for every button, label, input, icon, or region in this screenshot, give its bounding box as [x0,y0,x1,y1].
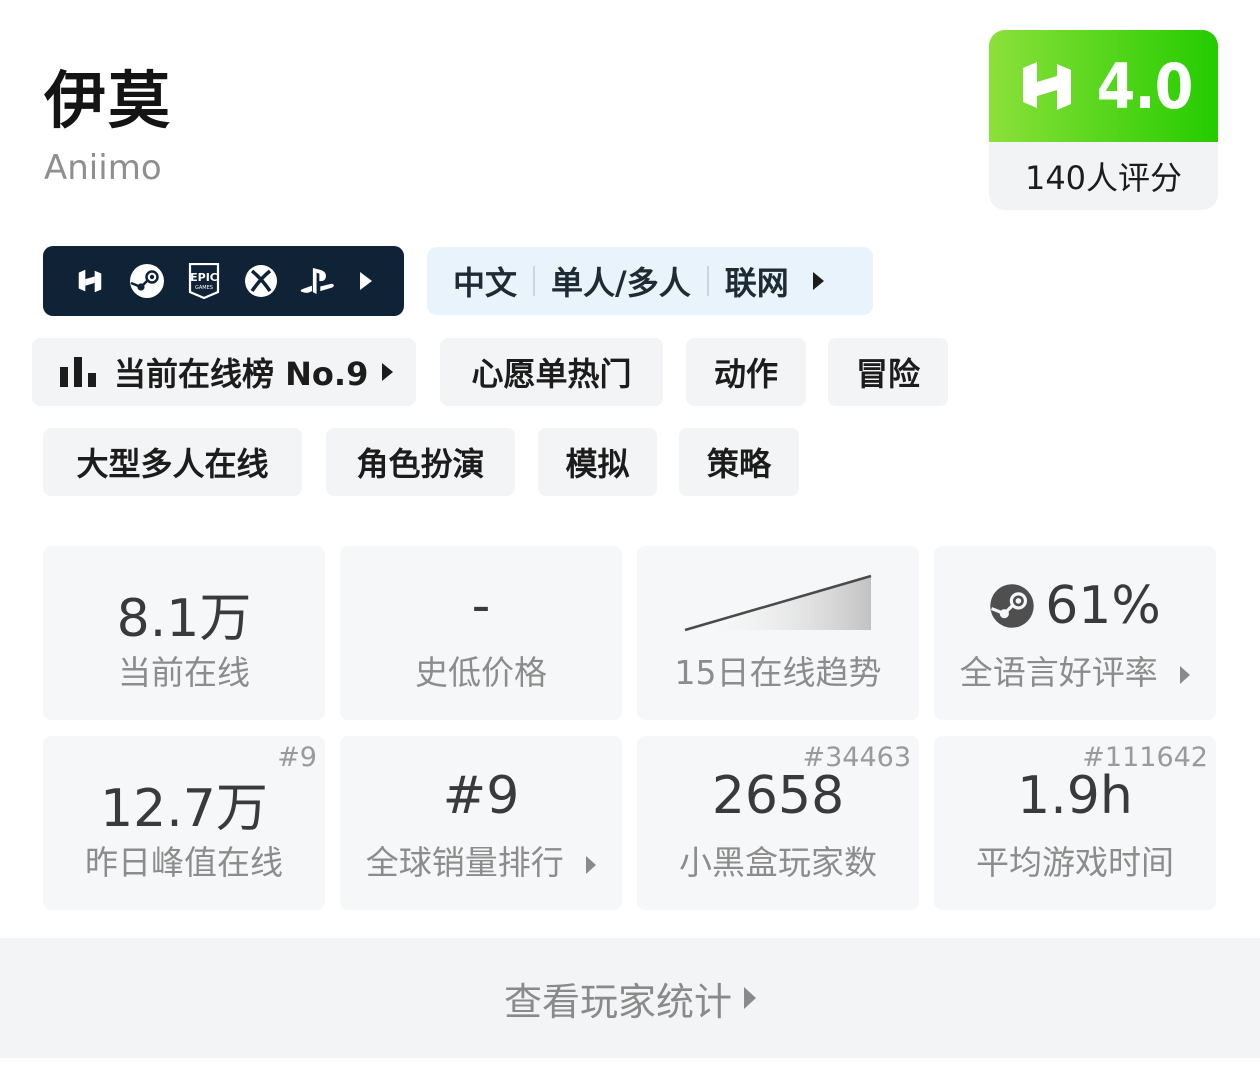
stat-label: 当前在线 [118,653,250,692]
tag-adventure[interactable]: 冒险 [828,338,948,406]
score-card[interactable]: 4.0 140人评分 [989,30,1218,210]
tag-rpg[interactable]: 角色扮演 [326,428,515,496]
steam-icon [128,263,165,300]
stat-label: 史低价格 [415,653,547,692]
xbox-icon [242,263,279,300]
stat-global-sales-rank[interactable]: #9 全球销量排行 [340,736,622,910]
playstation-icon [299,263,336,300]
stat-value: #9 [442,766,520,826]
tag-strategy[interactable]: 策略 [679,428,799,496]
svg-text:GAMES: GAMES [195,285,213,291]
bar-chart-icon [60,357,96,387]
score-header: 4.0 [989,30,1218,142]
ranking-tag[interactable]: 当前在线榜 No.9 [32,338,416,406]
footer-arrow-icon [744,987,756,1009]
tag-action[interactable]: 动作 [686,338,806,406]
divider [533,266,536,296]
tag-simulation[interactable]: 模拟 [538,428,657,496]
score-value: 4.0 [1096,49,1194,123]
game-title: 伊莫 [44,64,173,137]
divider [706,266,709,296]
feature-more-arrow-icon [812,272,824,290]
steam-icon [990,584,1034,628]
feature-bar[interactable]: 中文 单人/多人 联网 [427,247,873,315]
stat-lowest-price[interactable]: - 史低价格 [340,546,622,720]
tag-mmo[interactable]: 大型多人在线 [43,428,302,496]
stat-label-row: 全球销量排行 [340,836,622,884]
feature-players: 单人/多人 [551,264,691,302]
stat-label: 15日在线趋势 [674,653,882,692]
rating-value: 61% [1045,576,1161,636]
stat-online-trend[interactable]: 15日在线趋势 [637,546,919,720]
ranking-arrow-icon [382,363,394,381]
stat-rating[interactable]: 61% 全语言好评率 [934,546,1216,720]
game-subtitle: Aniimo [44,148,162,188]
rating-count: 140人评分 [1024,159,1183,197]
stat-average-playtime[interactable]: #111642 1.9h 平均游戏时间 [934,736,1216,910]
stat-value: - [471,576,491,636]
stat-value-row: 61% [934,576,1216,636]
view-player-stats-button[interactable]: 查看玩家统计 [0,938,1260,1058]
tag-wishlist[interactable]: 心愿单热门 [440,338,663,406]
stat-label: 昨日峰值在线 [85,843,283,882]
sales-rank-arrow-icon [586,856,597,874]
stat-label: 全球销量排行 [365,843,564,882]
platform-more-arrow-icon [360,272,372,290]
stat-heybox-players[interactable]: #34463 2658 小黑盒玩家数 [637,736,919,910]
rating-arrow-icon [1180,666,1191,684]
stat-value: 1.9h [1017,766,1133,826]
heybox-icon [71,263,108,300]
stat-label: 平均游戏时间 [976,843,1174,882]
stat-label: 小黑盒玩家数 [679,843,877,882]
trend-sparkline [684,574,872,632]
stat-label: 全语言好评率 [959,653,1158,692]
stat-value: 12.7万 [100,779,268,839]
platform-bar[interactable]: EPIC GAMES [43,246,404,316]
stat-value: 2658 [711,766,845,826]
stat-value: 8.1万 [116,589,252,649]
feature-language: 中文 [453,264,518,302]
stat-peak-online[interactable]: #9 12.7万 昨日峰值在线 [43,736,325,910]
stat-label-row: 全语言好评率 [934,646,1216,694]
heybox-icon [1022,62,1071,110]
epic-games-icon: EPIC GAMES [185,263,222,300]
feature-online: 联网 [724,264,789,302]
stat-current-online[interactable]: 8.1万 当前在线 [43,546,325,720]
svg-text:EPIC: EPIC [190,271,218,284]
ranking-label: 当前在线榜 No.9 [114,355,369,393]
footer-label: 查看玩家统计 [503,979,732,1024]
